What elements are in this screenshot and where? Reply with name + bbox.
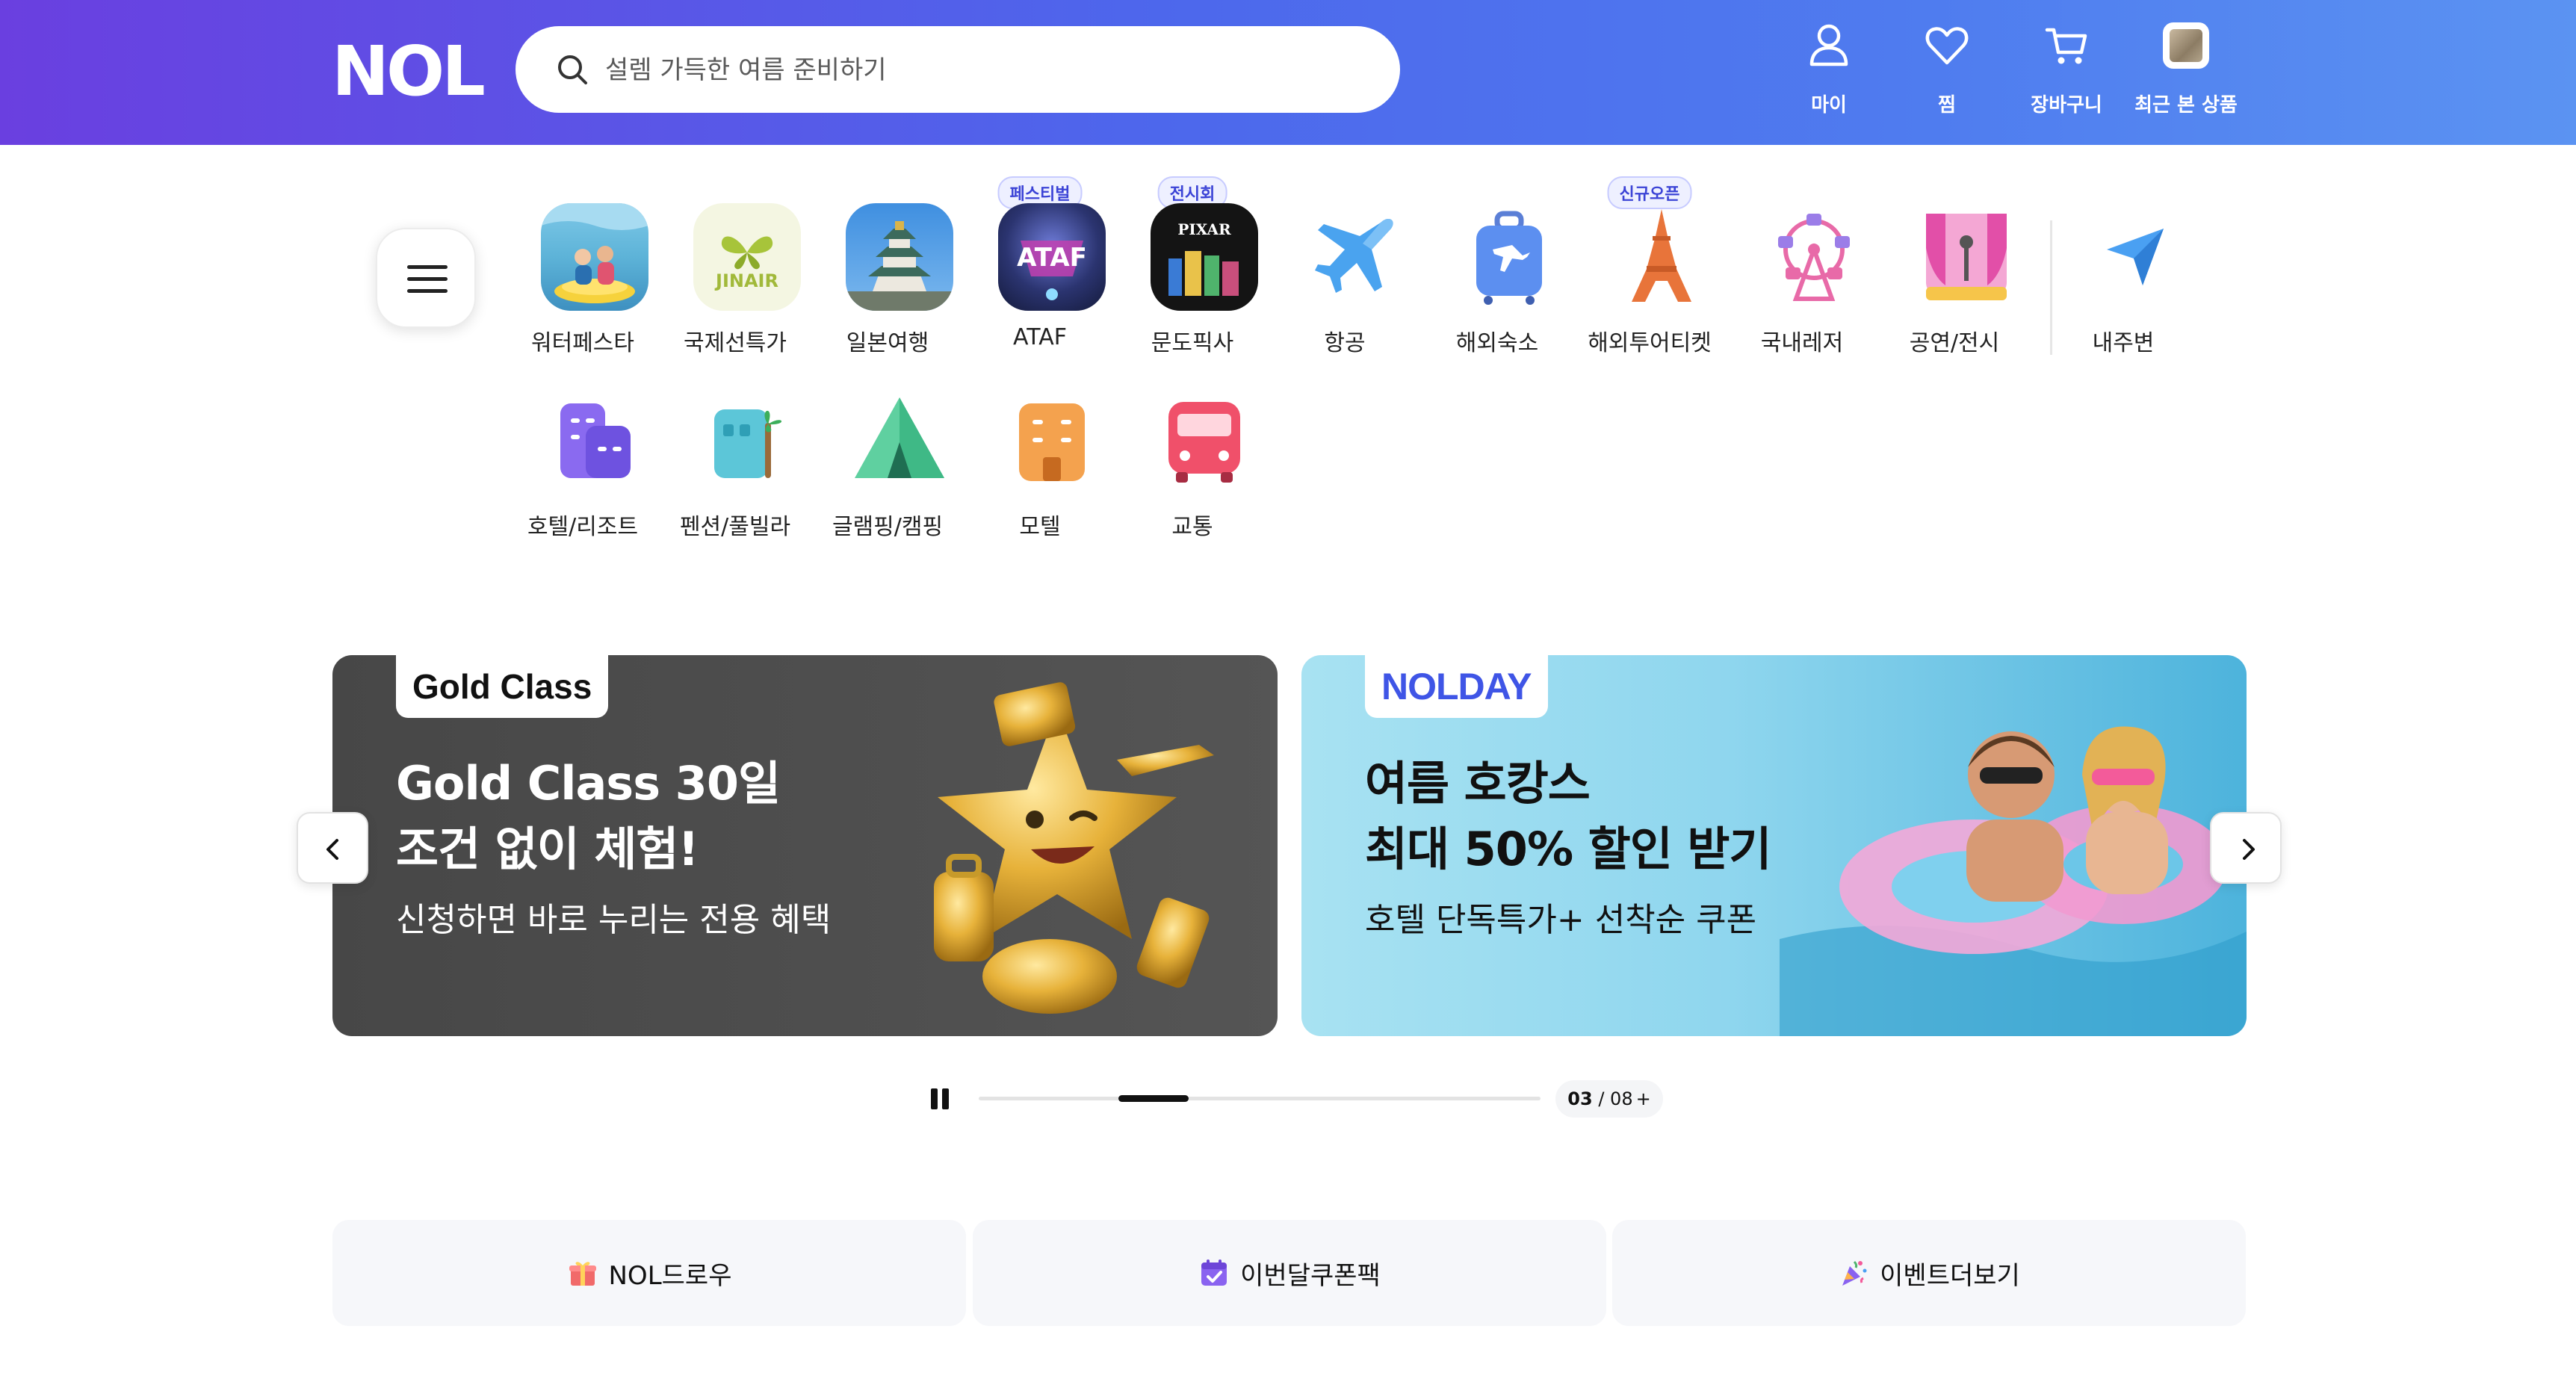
- shortcut-label: 이벤트더보기: [1880, 1260, 2020, 1291]
- nav-my[interactable]: 마이: [1777, 22, 1881, 127]
- pool-couple-illustration: [1780, 726, 2247, 1036]
- carousel-prev-button[interactable]: [297, 812, 368, 884]
- nav-cart-label: 장바구니: [2031, 94, 2102, 117]
- category-label: 공연/전시: [1909, 330, 2000, 356]
- carousel-total: 08: [1610, 1088, 1633, 1109]
- menu-icon-line: [407, 277, 448, 281]
- plus-icon: +: [1635, 1088, 1651, 1109]
- hotel-building-icon: [541, 387, 648, 495]
- category-glamping-camping[interactable]: 글램핑/캠핑: [813, 387, 962, 559]
- search-input[interactable]: [604, 47, 1354, 93]
- gift-icon: [569, 1262, 596, 1286]
- pause-icon: [931, 1088, 938, 1109]
- banner-tag: NOLDAY: [1365, 655, 1548, 718]
- category-ataf[interactable]: 페스티벌 ATAF ATAF: [965, 176, 1115, 375]
- category-japan-travel[interactable]: 일본여행: [813, 203, 962, 375]
- nav-wishlist-label: 찜: [1938, 94, 1956, 117]
- nav-wishlist[interactable]: 찜: [1895, 22, 1999, 127]
- carousel-separator: /: [1592, 1088, 1611, 1109]
- carousel-current: 03: [1567, 1088, 1593, 1109]
- shortcut-monthly-coupon-pack[interactable]: 이번달쿠폰팩: [973, 1220, 1606, 1326]
- svg-text:PIXAR: PIXAR: [1177, 220, 1231, 238]
- heart-icon: [1925, 27, 1969, 65]
- pixar-exhibition-thumbnail: PIXAR: [1151, 203, 1258, 311]
- jinair-logo: JINAIR: [693, 203, 801, 311]
- svg-text:JINAIR: JINAIR: [714, 270, 778, 291]
- category-transport[interactable]: 교통: [1118, 387, 1267, 559]
- shortcut-more-events[interactable]: 이벤트더보기: [1612, 1220, 2246, 1326]
- menu-icon-line: [407, 289, 448, 293]
- nav-recent[interactable]: 최근 본 상품: [2134, 22, 2238, 127]
- eiffel-tower-icon: [1608, 203, 1715, 311]
- recent-thumbnail: [2163, 22, 2209, 69]
- category-overseas-tour-tickets[interactable]: 신규오픈 해외투어티켓: [1575, 176, 1724, 375]
- shortcut-label: NOL드로우: [608, 1260, 732, 1291]
- party-popper-icon: [1842, 1260, 1867, 1286]
- carousel-progress-track: [979, 1097, 1541, 1100]
- banner-nolday[interactable]: NOLDAY 여름 호캉스 최대 50% 할인 받기 호텔 단독특가+ 선착순 …: [1301, 655, 2247, 1036]
- tent-icon: [846, 387, 953, 495]
- category-domestic-leisure[interactable]: 국내레저: [1727, 203, 1877, 375]
- ataf-festival-thumbnail: ATAF: [998, 203, 1106, 311]
- search-icon: [558, 55, 587, 84]
- category-pixar[interactable]: 전시회 PIXAR 문도픽사: [1118, 176, 1267, 375]
- carousel-progress-indicator: [1118, 1095, 1189, 1102]
- stage-microphone-icon: [1913, 203, 2020, 311]
- pause-icon-bar: [942, 1088, 949, 1109]
- airplane-icon: [1303, 203, 1411, 311]
- water-festa-thumbnail: [541, 203, 648, 311]
- gold-star-character-illustration: [934, 682, 1214, 1014]
- hamburger-menu-button[interactable]: [376, 228, 476, 328]
- category-hotel-resort[interactable]: 호텔/리조트: [508, 387, 657, 559]
- chevron-left-icon: [326, 839, 338, 860]
- category-water-festa[interactable]: 워터페스타: [508, 203, 657, 375]
- svg-text:ATAF: ATAF: [1017, 243, 1087, 273]
- bus-icon: [1151, 387, 1258, 495]
- category-label: 내주변: [2092, 330, 2155, 356]
- location-arrow-icon: [2081, 203, 2189, 311]
- nol-logo[interactable]: NOL: [332, 34, 486, 109]
- motel-building-icon: [998, 387, 1106, 495]
- calendar-check-icon: [1201, 1260, 1227, 1286]
- category-overseas-stay[interactable]: 해외숙소: [1422, 203, 1572, 375]
- banner-subtitle: 신청하면 바로 누리는 전용 혜택: [396, 901, 832, 939]
- nav-cart[interactable]: 장바구니: [2014, 22, 2119, 127]
- banner-gold-class[interactable]: Gold Class Gold Class 30일 조건 없이 체험! 신청하면…: [332, 655, 1278, 1036]
- shortcut-label: 이번달쿠폰팩: [1240, 1260, 1381, 1291]
- shortcut-nol-draw[interactable]: NOL드로우: [332, 1220, 966, 1326]
- category-flights[interactable]: 항공: [1270, 203, 1419, 375]
- ferris-wheel-icon: [1760, 203, 1868, 311]
- menu-icon: [407, 265, 448, 269]
- category-pension-poolvilla[interactable]: 펜션/풀빌라: [660, 387, 810, 559]
- pension-palm-icon: [693, 387, 801, 495]
- carousel-pause-button[interactable]: [926, 1085, 953, 1112]
- category-international-deals[interactable]: JINAIR 국제선특가: [660, 203, 810, 375]
- search-bar[interactable]: [515, 26, 1400, 113]
- cart-icon: [2045, 28, 2087, 64]
- banner-subtitle: 호텔 단독특가+ 선착순 쿠폰: [1365, 901, 1757, 939]
- category-nearby[interactable]: 내주변: [2049, 203, 2198, 375]
- carousel-next-button[interactable]: [2210, 812, 2282, 884]
- person-icon: [1809, 24, 1848, 66]
- category-label: 교통: [1171, 514, 1213, 540]
- banner-tag: Gold Class: [396, 655, 609, 718]
- nav-recent-label: 최근 본 상품: [2134, 94, 2238, 117]
- chevron-right-icon: [2243, 839, 2255, 860]
- japan-castle-thumbnail: [846, 203, 953, 311]
- top-header: NOL 마이 찜 장바구니 최근 본 상품: [0, 0, 2576, 145]
- carousel-counter-button[interactable]: 03 / 08 +: [1555, 1080, 1663, 1118]
- nav-my-label: 마이: [1811, 94, 1847, 117]
- suitcase-icon: [1455, 203, 1563, 311]
- category-motel[interactable]: 모텔: [965, 387, 1115, 559]
- category-shows-exhibitions[interactable]: 공연/전시: [1880, 203, 2029, 375]
